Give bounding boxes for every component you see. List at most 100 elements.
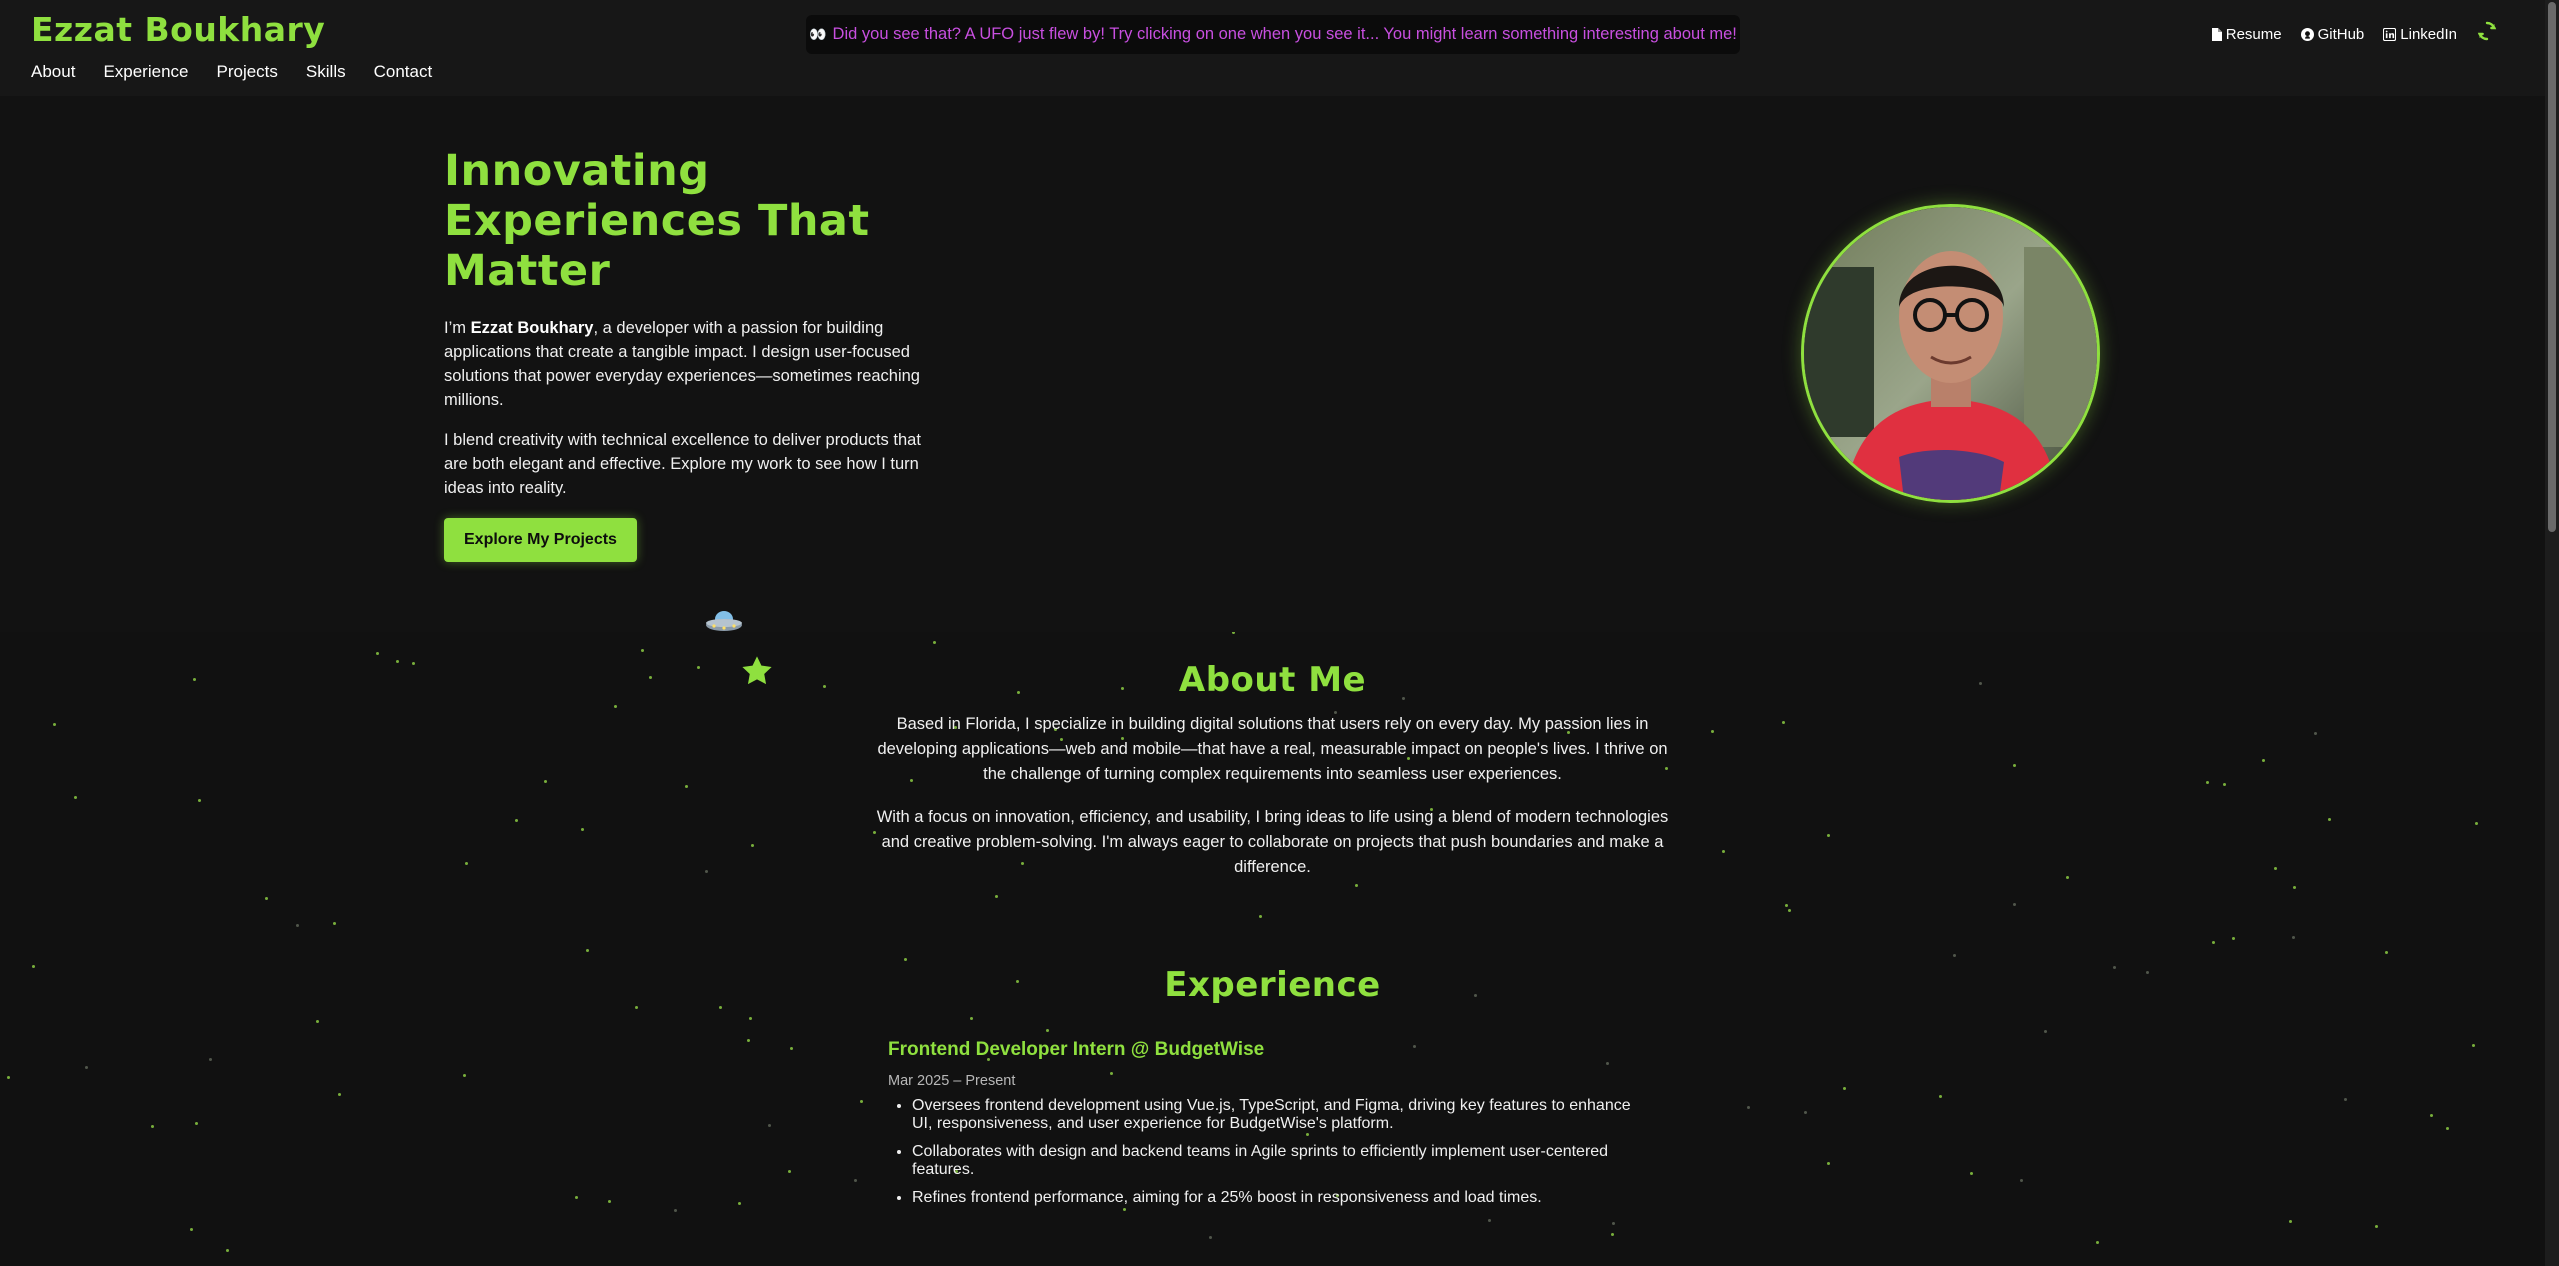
job-bullet: Oversees frontend development using Vue.…	[912, 1097, 1648, 1133]
star-dot	[719, 1006, 722, 1009]
star-dot	[85, 1066, 88, 1069]
site-header: Ezzat Boukhary About Experience Projects…	[0, 0, 2545, 96]
star-dot	[904, 958, 907, 961]
star-dot	[1827, 1162, 1830, 1165]
star-dot	[2013, 903, 2016, 906]
job-title: Frontend Developer Intern @ BudgetWise	[888, 1039, 1265, 1060]
star-dot	[2430, 1114, 2433, 1117]
star-dot	[970, 1017, 973, 1020]
star-dot	[2375, 1225, 2378, 1228]
star-dot	[338, 1093, 341, 1096]
about-paragraph-1: Based in Florida, I specialize in buildi…	[877, 715, 1668, 783]
star-dot	[2344, 1098, 2347, 1101]
scrollbar-thumb[interactable]	[2548, 2, 2556, 532]
star-dot	[586, 949, 589, 952]
hero-section: Innovating Experiences That Matter I’m E…	[0, 96, 2545, 632]
star-dot	[933, 641, 936, 644]
about-title: About Me	[1178, 660, 1367, 700]
star-dot	[1209, 1236, 1212, 1239]
github-icon	[2300, 27, 2314, 41]
star-dot	[608, 1200, 611, 1203]
ufo-announcement-banner: 👀 Did you see that? A UFO just flew by! …	[806, 15, 1740, 54]
star-dot	[265, 897, 268, 900]
star-dot	[195, 1122, 198, 1125]
experience-item: Frontend Developer Intern @ BudgetWise M…	[888, 1039, 1648, 1217]
star-dot	[1611, 1233, 1614, 1236]
top-links: Resume GitHub LinkedIn	[2211, 20, 2498, 48]
star-dot	[2020, 1179, 2023, 1182]
avatar	[1801, 204, 2100, 503]
star-dot	[1788, 909, 1791, 912]
job-bullets: Oversees frontend development using Vue.…	[888, 1097, 1648, 1207]
experience-section: Experience	[0, 965, 2545, 1005]
about-section: About Me Based in Florida, I specialize …	[0, 660, 2545, 880]
star-dot	[2212, 941, 2215, 944]
page-scrollbar[interactable]	[2545, 0, 2559, 1266]
star-dot	[1747, 1106, 1750, 1109]
star-dot	[2446, 1127, 2449, 1130]
hero-secondary-paragraph: I blend creativity with technical excell…	[444, 431, 921, 497]
star-dot	[2096, 1241, 2099, 1244]
github-label: GitHub	[2317, 25, 2365, 43]
star-dot	[1612, 1222, 1615, 1225]
star-dot	[768, 1124, 771, 1127]
star-dot	[1939, 1095, 1942, 1098]
star-dot	[1804, 1111, 1807, 1114]
star-dot	[2472, 1044, 2475, 1047]
ufo-icon[interactable]	[705, 608, 743, 641]
star-dot	[2289, 1220, 2292, 1223]
star-dot	[296, 924, 299, 927]
linkedin-link[interactable]: LinkedIn	[2383, 26, 2457, 43]
job-bullet: Refines frontend performance, aiming for…	[912, 1189, 1648, 1207]
star-dot	[860, 1100, 863, 1103]
star-dot	[333, 922, 336, 925]
star-icon[interactable]	[740, 655, 774, 692]
star-dot	[316, 1020, 319, 1023]
hero-intro-pre: I’m	[444, 319, 471, 337]
linkedin-label: LinkedIn	[2400, 25, 2457, 43]
hero-name: Ezzat Boukhary	[470, 319, 594, 337]
star-dot	[226, 1249, 229, 1252]
star-dot	[2232, 937, 2235, 940]
resume-label: Resume	[2225, 25, 2282, 43]
nav-contact[interactable]: Contact	[374, 62, 433, 82]
linkedin-icon	[2383, 27, 2397, 41]
eyes-icon: 👀	[809, 26, 826, 42]
star-dot	[747, 1039, 750, 1042]
experience-title: Experience	[1164, 965, 1381, 1005]
star-dot	[788, 1170, 791, 1173]
star-dot	[2385, 951, 2388, 954]
star-dot	[1785, 904, 1788, 907]
star-dot	[749, 1017, 752, 1020]
nav-skills[interactable]: Skills	[306, 62, 346, 82]
hero-intro-paragraph: I’m Ezzat Boukhary, a developer with a p…	[444, 316, 939, 412]
github-link[interactable]: GitHub	[2300, 25, 2365, 43]
star-dot	[1355, 884, 1358, 887]
file-icon	[2211, 27, 2222, 41]
star-dot	[854, 1179, 857, 1182]
star-dot	[209, 1058, 212, 1061]
main-nav: About Experience Projects Skills Contact	[31, 62, 432, 82]
nav-experience[interactable]: Experience	[103, 62, 188, 82]
job-bullet: Collaborates with design and backend tea…	[912, 1143, 1648, 1179]
star-dot	[2292, 936, 2295, 939]
star-dot	[376, 652, 379, 655]
banner-text: Did you see that? A UFO just flew by! Tr…	[832, 25, 1737, 43]
resume-link[interactable]: Resume	[2211, 25, 2282, 43]
star-dot	[1843, 1087, 1846, 1090]
star-dot	[1259, 915, 1262, 918]
star-dot	[635, 1006, 638, 1009]
star-dot	[190, 1228, 193, 1231]
star-dot	[1488, 1219, 1491, 1222]
nav-projects[interactable]: Projects	[217, 62, 278, 82]
job-date: Mar 2025 – Present	[888, 1073, 1016, 1089]
star-dot	[2044, 1030, 2047, 1033]
hero-title: Innovating Experiences That Matter	[444, 146, 870, 296]
star-dot	[575, 1196, 578, 1199]
explore-projects-button[interactable]: Explore My Projects	[444, 518, 637, 562]
star-dot	[995, 895, 998, 898]
site-logo[interactable]: Ezzat Boukhary	[31, 10, 325, 49]
recycle-icon[interactable]	[2476, 20, 2498, 48]
nav-about[interactable]: About	[31, 62, 75, 82]
star-dot	[790, 1047, 793, 1050]
